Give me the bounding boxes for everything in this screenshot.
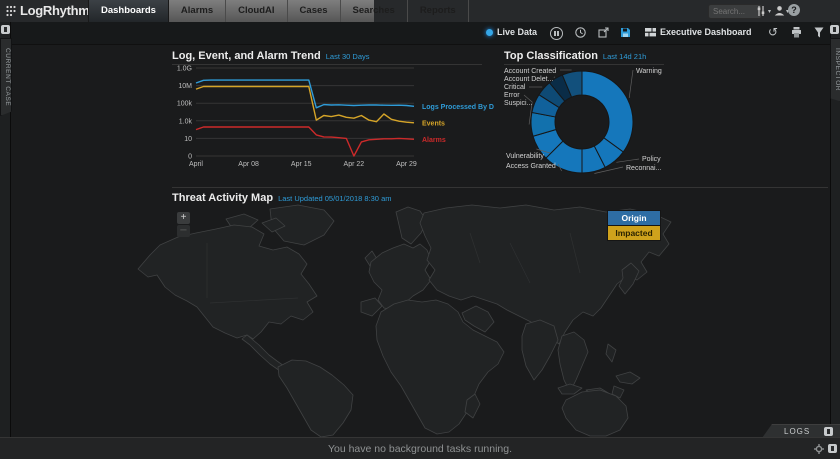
undo-icon[interactable]: ↺ bbox=[768, 25, 778, 39]
svg-text:Vulnerability: Vulnerability bbox=[506, 153, 544, 160]
save-dashboard-icon[interactable] bbox=[620, 27, 631, 38]
filter-funnel-icon[interactable] bbox=[814, 27, 824, 38]
legend-origin-button[interactable]: Origin bbox=[607, 210, 661, 226]
svg-text:10M: 10M bbox=[178, 83, 192, 90]
live-data-label: Live Data bbox=[497, 27, 537, 37]
trend-range-label: Last 30 Days bbox=[326, 52, 370, 61]
live-data-indicator-icon bbox=[486, 29, 493, 36]
preferences-sliders-icon[interactable] bbox=[756, 6, 766, 16]
tab-cases[interactable]: Cases bbox=[288, 0, 341, 22]
legend-impacted-button[interactable]: Impacted bbox=[607, 225, 661, 241]
map-zoom-out-button[interactable]: − bbox=[177, 225, 190, 237]
svg-text:April: April bbox=[189, 161, 203, 168]
trend-section-title: Log, Event, and Alarm Trend Last 30 Days bbox=[172, 50, 370, 62]
svg-text:Error: Error bbox=[504, 92, 520, 99]
svg-text:Apr 22: Apr 22 bbox=[344, 161, 365, 168]
threat-activity-map[interactable]: + − Origin Impacted bbox=[10, 203, 830, 437]
logs-panel-tab[interactable]: LOGS bbox=[762, 424, 840, 438]
gear-icon[interactable] bbox=[814, 444, 824, 454]
logo-dots-icon bbox=[6, 5, 16, 17]
svg-text:Warning: Warning bbox=[636, 68, 662, 75]
map-section-divider bbox=[172, 187, 828, 188]
svg-text:Account Delet...: Account Delet... bbox=[504, 76, 553, 83]
classification-donut-chart: Warning Policy Reconnai... Access Granted Vu… bbox=[502, 60, 670, 180]
svg-text:Alarms: Alarms bbox=[422, 137, 446, 144]
trend-line-chart: 1.0G 10M 100k 1.0k 10 0April Apr 08 Apr 15 Apr 2… bbox=[174, 62, 494, 174]
svg-text:Logs Processed By DPs: Logs Processed By DPs bbox=[422, 104, 494, 111]
map-updated-label: Last Updated 05/01/2018 8:30 am bbox=[278, 194, 391, 203]
dashboard-name-label: Executive Dashboard bbox=[660, 27, 752, 37]
svg-text:Account Created: Account Created bbox=[504, 68, 556, 75]
svg-text:1.0k: 1.0k bbox=[179, 118, 193, 125]
svg-text:Events: Events bbox=[422, 120, 445, 127]
svg-text:1.0G: 1.0G bbox=[177, 66, 192, 73]
background-tasks-status: You have no background tasks running. bbox=[0, 438, 840, 459]
inspector-tab[interactable]: INSPECTOR bbox=[830, 38, 840, 102]
svg-text:Suspici...: Suspici... bbox=[504, 100, 532, 107]
pause-icon[interactable] bbox=[550, 27, 563, 40]
pop-out-icon[interactable] bbox=[598, 27, 609, 38]
tab-alarms[interactable]: Alarms bbox=[169, 0, 226, 22]
svg-text:Reconnai...: Reconnai... bbox=[626, 165, 661, 172]
svg-text:10: 10 bbox=[184, 136, 192, 143]
map-zoom-in-button[interactable]: + bbox=[177, 212, 190, 224]
top-nav-bar: LogRhythm ® Dashboards Alarms CloudAI Ca… bbox=[0, 0, 840, 23]
tab-reports[interactable]: Reports bbox=[408, 0, 469, 22]
current-case-tab[interactable]: CURRENT CASE bbox=[0, 38, 12, 116]
svg-text:0: 0 bbox=[188, 154, 192, 161]
tab-searches[interactable]: Searches bbox=[341, 0, 408, 22]
tab-cloudai[interactable]: CloudAI bbox=[226, 0, 287, 22]
trend-title-text: Log, Event, and Alarm Trend bbox=[172, 50, 321, 62]
statusbar-panel-icon[interactable] bbox=[828, 444, 837, 453]
tab-dashboards[interactable]: Dashboards bbox=[88, 0, 169, 24]
logs-tab-label: LOGS bbox=[784, 427, 810, 436]
logo-text: LogRhythm bbox=[20, 3, 90, 18]
search-input[interactable] bbox=[708, 4, 762, 19]
svg-text:100k: 100k bbox=[177, 101, 193, 108]
svg-text:Apr 15: Apr 15 bbox=[291, 161, 312, 168]
print-icon[interactable] bbox=[791, 27, 802, 38]
svg-text:Apr 08: Apr 08 bbox=[238, 161, 259, 168]
svg-text:Access Granted: Access Granted bbox=[506, 163, 556, 170]
expand-current-case-icon[interactable] bbox=[1, 25, 10, 34]
dashboard-grid-icon[interactable] bbox=[645, 28, 656, 37]
clock-icon[interactable] bbox=[575, 27, 586, 38]
logs-expand-icon[interactable] bbox=[824, 427, 833, 436]
svg-text:Policy: Policy bbox=[642, 156, 661, 163]
expand-inspector-icon[interactable] bbox=[830, 25, 839, 34]
main-tab-strip: Dashboards Alarms CloudAI Cases Searches… bbox=[88, 0, 374, 22]
status-bar: You have no background tasks running. bbox=[0, 437, 840, 459]
logrhythm-dashboard: LogRhythm ® Dashboards Alarms CloudAI Ca… bbox=[0, 0, 840, 459]
help-icon[interactable]: ? bbox=[788, 4, 800, 16]
user-icon[interactable] bbox=[774, 5, 785, 16]
svg-text:Apr 29: Apr 29 bbox=[396, 161, 417, 168]
logrhythm-logo: LogRhythm ® bbox=[6, 3, 97, 18]
world-map bbox=[10, 203, 830, 437]
svg-text:Critical: Critical bbox=[504, 84, 526, 91]
preferences-caret-icon[interactable]: ▾ bbox=[768, 8, 771, 15]
